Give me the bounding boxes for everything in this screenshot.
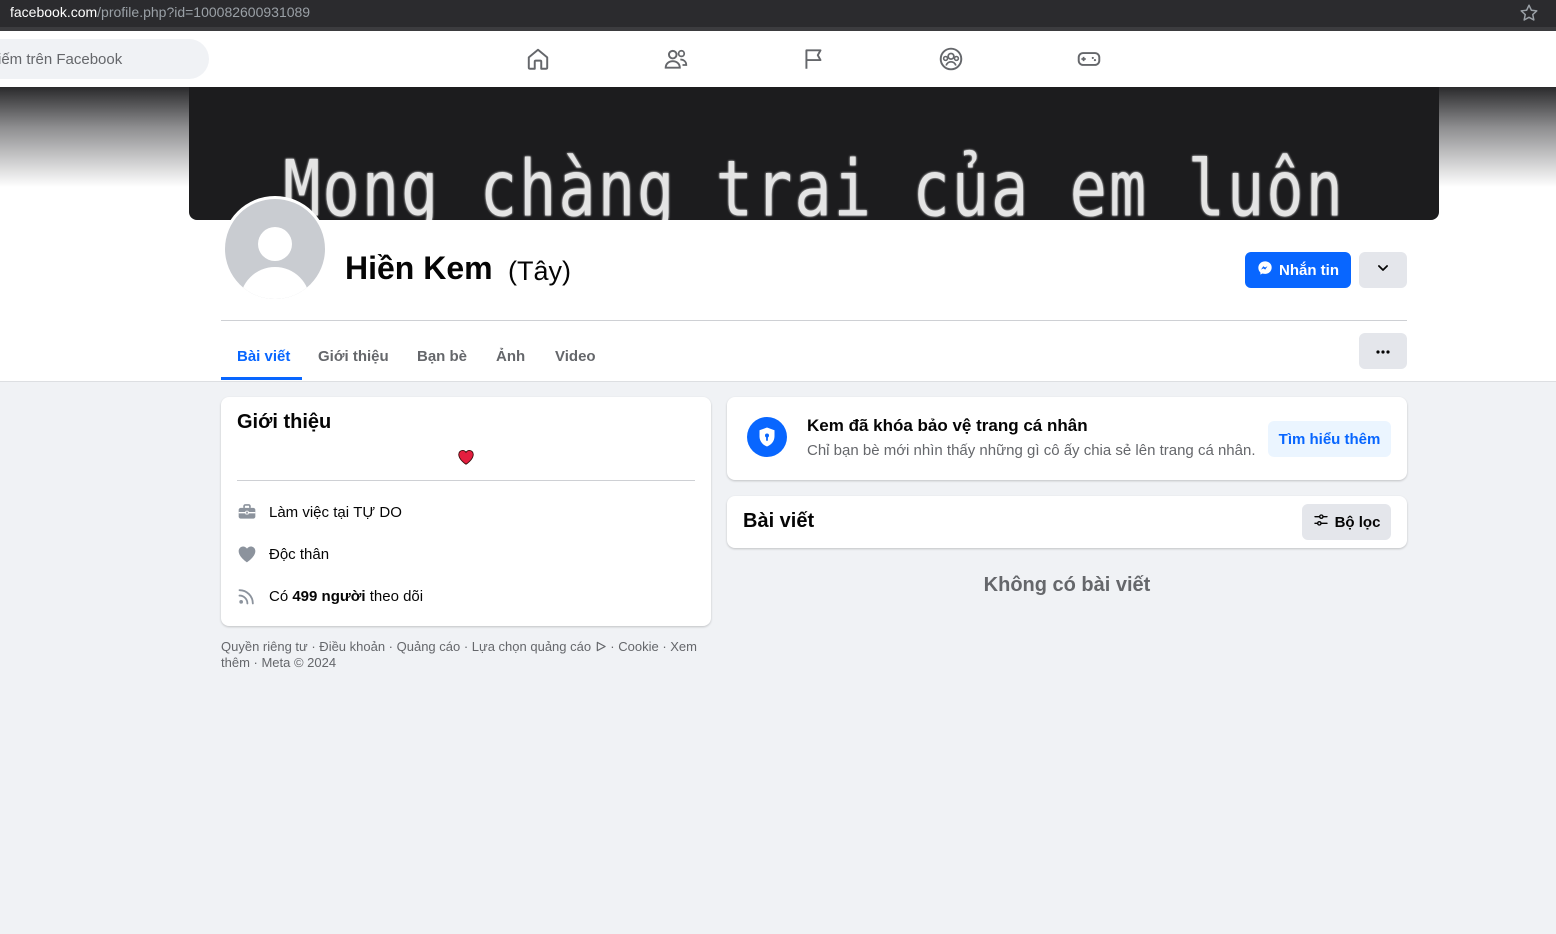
ad-choices-icon bbox=[595, 639, 607, 654]
heart-icon bbox=[237, 544, 257, 564]
intro-followers-row: Có 499 người theo dõi bbox=[237, 585, 423, 607]
tab-videos[interactable]: Video bbox=[555, 331, 596, 381]
url-text[interactable]: facebook.com/profile.php?id=100082600931… bbox=[10, 4, 310, 20]
followers-prefix: Có bbox=[269, 587, 293, 605]
footer-links[interactable]: Quyền riêng tư · Điều khoản · Quảng cáo … bbox=[221, 639, 711, 671]
relationship-status: Độc thân bbox=[269, 545, 330, 563]
followers-suffix: theo dõi bbox=[365, 587, 424, 605]
profile-lock-card: Kem đã khóa bảo vệ trang cá nhân Chỉ bạn… bbox=[727, 397, 1407, 480]
intro-work-row: Làm việc tại TỰ DO bbox=[237, 501, 402, 523]
no-posts-message: Không có bài viết bbox=[983, 574, 1151, 596]
filter-button[interactable]: Bộ lọc bbox=[1302, 504, 1391, 540]
default-avatar-icon bbox=[225, 199, 325, 299]
top-navigation bbox=[0, 31, 1556, 87]
profile-options-dropdown-button[interactable] bbox=[1359, 252, 1407, 288]
tab-friends[interactable]: Bạn bè bbox=[417, 331, 467, 381]
friends-icon[interactable] bbox=[662, 45, 690, 73]
chevron-down-icon bbox=[1376, 261, 1390, 280]
lock-notice-subtitle: Chỉ bạn bè mới nhìn thấy những gì cô ấy … bbox=[807, 442, 1256, 459]
bio-heart-icon bbox=[457, 449, 475, 465]
work-place[interactable]: TỰ DO bbox=[353, 504, 402, 521]
followers-count[interactable]: 499 người bbox=[292, 588, 365, 605]
cover-photo-text: Mong chàng trai của em luôn cười! bbox=[283, 143, 1345, 220]
header-divider bbox=[221, 320, 1407, 321]
filter-button-label: Bộ lọc bbox=[1334, 513, 1381, 531]
intro-card: Giới thiệu Làm việc tại TỰ DO Độc thân C… bbox=[221, 397, 711, 626]
messenger-icon bbox=[1257, 260, 1273, 280]
star-icon[interactable] bbox=[1518, 2, 1540, 24]
active-tab-indicator bbox=[221, 377, 302, 380]
message-button[interactable]: Nhắn tin bbox=[1245, 252, 1351, 288]
tab-photos[interactable]: Ảnh bbox=[496, 331, 525, 381]
url-path: /profile.php?id=100082600931089 bbox=[97, 4, 311, 20]
search-input[interactable] bbox=[0, 39, 180, 79]
profile-alternate-name: (Tây) bbox=[508, 256, 571, 286]
browser-address-bar[interactable]: facebook.com/profile.php?id=100082600931… bbox=[0, 0, 1556, 27]
posts-title: Bài viết bbox=[743, 510, 815, 532]
profile-name: Hiền Kem bbox=[345, 250, 493, 286]
avatar[interactable] bbox=[222, 196, 328, 302]
lock-notice-title: Kem đã khóa bảo vệ trang cá nhân bbox=[807, 416, 1088, 435]
learn-more-button[interactable]: Tìm hiểu thêm bbox=[1268, 421, 1391, 457]
work-prefix: Làm việc tại bbox=[269, 503, 350, 521]
posts-header-card: Bài viết Bộ lọc bbox=[727, 496, 1407, 548]
url-domain: facebook.com bbox=[10, 4, 98, 20]
briefcase-icon bbox=[237, 502, 257, 522]
tab-about[interactable]: Giới thiệu bbox=[318, 331, 389, 381]
intro-relationship-row: Độc thân bbox=[237, 543, 329, 565]
more-dots-icon bbox=[1375, 342, 1391, 360]
filter-sliders-icon bbox=[1313, 512, 1329, 532]
groups-icon[interactable] bbox=[937, 45, 965, 73]
shield-lock-icon bbox=[747, 417, 787, 457]
search-box[interactable] bbox=[0, 39, 209, 79]
intro-title: Giới thiệu bbox=[237, 411, 332, 433]
gaming-icon[interactable] bbox=[1075, 45, 1103, 73]
intro-divider bbox=[237, 480, 695, 481]
tab-posts[interactable]: Bài viết bbox=[237, 331, 290, 381]
footer-text-main[interactable]: Quyền riêng tư · Điều khoản · Quảng cáo … bbox=[221, 639, 595, 654]
more-options-button[interactable] bbox=[1359, 333, 1407, 369]
pages-flag-icon[interactable] bbox=[800, 45, 828, 73]
rss-followers-icon bbox=[237, 586, 257, 606]
message-button-label: Nhắn tin bbox=[1279, 261, 1339, 279]
cover-photo[interactable]: Mong chàng trai của em luôn cười! bbox=[189, 87, 1439, 220]
home-icon[interactable] bbox=[524, 45, 552, 73]
